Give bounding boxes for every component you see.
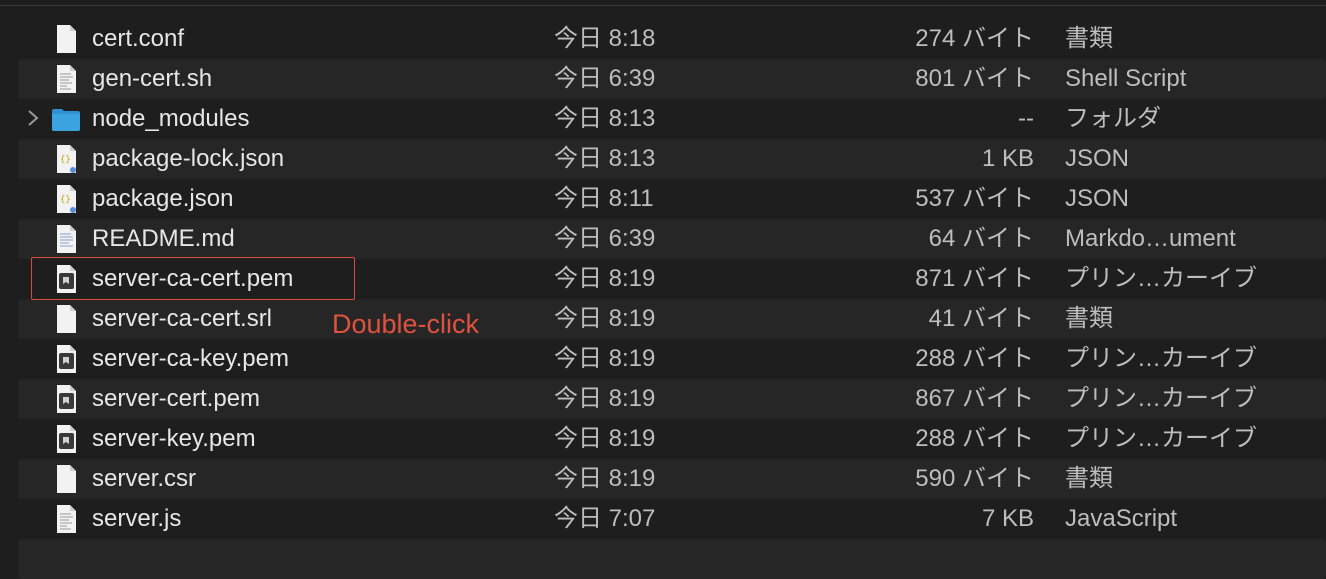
- file-name: server-ca-cert.srl: [92, 305, 273, 332]
- file-row-server-ca-cert-srl[interactable]: server-ca-cert.srl 今日 8:19 41 バイト 書類: [18, 299, 1326, 339]
- markdown-icon: [51, 224, 81, 254]
- disclosure-chevron-icon[interactable]: [26, 108, 46, 130]
- file-size: 590 バイト: [915, 465, 1034, 492]
- empty-row: [18, 539, 1326, 579]
- file-name: README.md: [92, 225, 235, 252]
- annotation-label: Double-click: [332, 309, 480, 339]
- document-icon: [51, 24, 81, 54]
- file-row-server-cert-pem[interactable]: server-cert.pem 今日 8:19 867 バイト プリン…カーイブ: [18, 379, 1326, 419]
- file-size: 288 バイト: [915, 425, 1034, 452]
- file-date: 今日 8:11: [554, 185, 654, 212]
- script-icon: [51, 504, 81, 534]
- file-size: 1 KB: [981, 145, 1034, 172]
- file-kind: プリン…カーイブ: [1065, 265, 1257, 292]
- svg-text:{}: {}: [60, 195, 71, 205]
- file-name: server-ca-key.pem: [92, 345, 289, 372]
- file-date: 今日 8:19: [554, 345, 656, 372]
- file-date: 今日 8:19: [554, 425, 656, 452]
- file-row-gen-cert-sh[interactable]: gen-cert.sh 今日 6:39 801 バイト Shell Script: [18, 59, 1326, 99]
- folder-icon: [51, 104, 81, 134]
- file-date: 今日 8:13: [554, 145, 656, 172]
- svg-text:{}: {}: [60, 155, 71, 165]
- file-kind: JavaScript: [1065, 505, 1178, 532]
- file-kind: 書類: [1065, 465, 1113, 492]
- highlight-box: [31, 257, 355, 300]
- file-kind: プリン…カーイブ: [1065, 345, 1257, 372]
- file-size: 867 バイト: [915, 385, 1034, 412]
- file-row-readme-md[interactable]: README.md 今日 6:39 64 バイト Markdo…ument: [18, 219, 1326, 259]
- file-name: gen-cert.sh: [92, 65, 213, 92]
- file-date: 今日 6:39: [554, 65, 656, 92]
- file-kind: プリン…カーイブ: [1065, 385, 1257, 412]
- file-size: 537 バイト: [915, 185, 1034, 212]
- certificate-icon: [51, 344, 81, 374]
- file-date: 今日 8:19: [554, 385, 656, 412]
- certificate-icon: [51, 384, 81, 414]
- document-icon: [51, 304, 81, 334]
- file-size: 871 バイト: [915, 265, 1034, 292]
- file-size: 801 バイト: [915, 65, 1034, 92]
- file-row-node-modules[interactable]: node_modules 今日 8:13 -- フォルダ: [18, 99, 1326, 139]
- file-name: server-key.pem: [92, 425, 256, 452]
- file-name: server.csr: [92, 465, 197, 492]
- file-row-server-js[interactable]: server.js 今日 7:07 7 KB JavaScript: [18, 499, 1326, 539]
- file-row-package-json[interactable]: {} package.json 今日 8:11 537 バイト JSON: [18, 179, 1326, 219]
- file-row-cert-conf[interactable]: cert.conf 今日 8:18 274 バイト 書類: [18, 19, 1326, 59]
- file-date: 今日 7:07: [554, 505, 656, 532]
- file-row-server-key-pem[interactable]: server-key.pem 今日 8:19 288 バイト プリン…カーイブ: [18, 419, 1326, 459]
- file-row-server-ca-key-pem[interactable]: server-ca-key.pem 今日 8:19 288 バイト プリン…カー…: [18, 339, 1326, 379]
- file-kind: Markdo…ument: [1065, 225, 1236, 252]
- file-name: package-lock.json: [92, 145, 285, 172]
- file-size: 64 バイト: [928, 225, 1034, 252]
- file-date: 今日 8:19: [554, 465, 656, 492]
- file-date: 今日 6:39: [554, 225, 656, 252]
- file-kind: JSON: [1065, 185, 1130, 212]
- json-icon: {}: [51, 144, 81, 174]
- file-name: node_modules: [92, 105, 250, 132]
- file-name: cert.conf: [92, 25, 185, 52]
- file-date: 今日 8:19: [554, 265, 656, 292]
- file-name: server.js: [92, 505, 182, 532]
- file-size: 41 バイト: [928, 305, 1034, 332]
- file-date: 今日 8:18: [554, 25, 656, 52]
- file-row-server-csr[interactable]: server.csr 今日 8:19 590 バイト 書類: [18, 459, 1326, 499]
- file-size: 7 KB: [981, 505, 1034, 532]
- document-icon: [51, 464, 81, 494]
- file-kind: 書類: [1065, 305, 1113, 332]
- script-icon: [51, 64, 81, 94]
- json-icon: {}: [51, 184, 81, 214]
- file-size: 288 バイト: [915, 345, 1034, 372]
- file-kind: Shell Script: [1065, 65, 1187, 92]
- file-date: 今日 8:19: [554, 305, 656, 332]
- file-name: package.json: [92, 185, 234, 212]
- file-kind: 書類: [1065, 25, 1113, 52]
- file-name: server-cert.pem: [92, 385, 261, 412]
- file-kind: JSON: [1065, 145, 1130, 172]
- file-kind: フォルダ: [1065, 105, 1161, 132]
- file-kind: プリン…カーイブ: [1065, 425, 1257, 452]
- file-size: --: [1018, 105, 1034, 132]
- top-divider: [0, 5, 1326, 6]
- certificate-icon: [51, 424, 81, 454]
- file-row-package-lock-json[interactable]: {} package-lock.json 今日 8:13 1 KB JSON: [18, 139, 1326, 179]
- file-size: 274 バイト: [915, 25, 1034, 52]
- file-date: 今日 8:13: [554, 105, 656, 132]
